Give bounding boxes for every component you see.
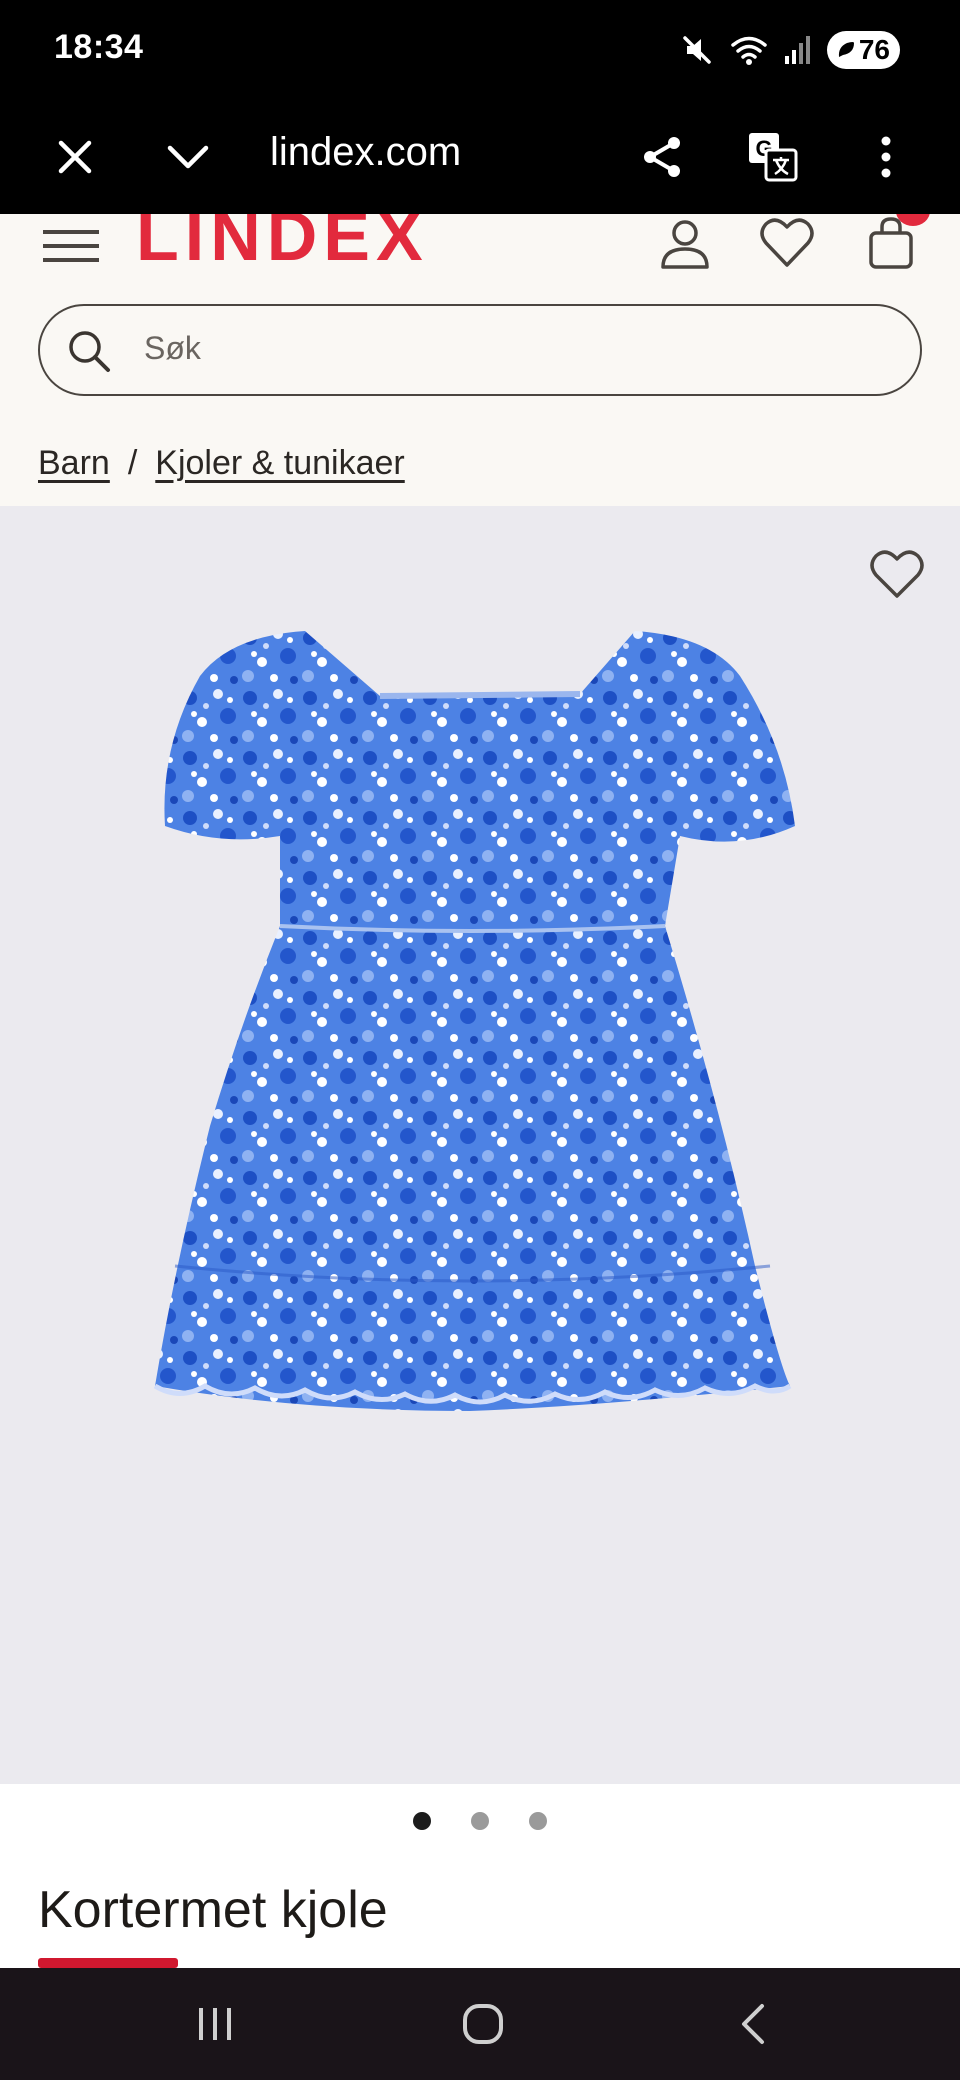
account-icon [661,220,709,269]
carousel-dot-3[interactable] [529,1812,547,1830]
wishlist-icon [760,218,814,267]
minimize-button[interactable] [153,122,223,192]
home-button[interactable] [448,1994,518,2054]
breadcrumb-item-barn[interactable]: Barn [38,444,110,483]
product-image[interactable] [0,506,960,1784]
share-button[interactable] [627,122,697,192]
close-icon [58,140,92,174]
search-input[interactable]: Søk [38,304,922,396]
status-icons: 76 [679,28,900,72]
product-title: Kortermet kjole [38,1881,388,1939]
account-button[interactable] [652,214,718,276]
lindex-logo[interactable]: LINDEX [136,214,429,276]
battery-level: 76 [858,34,890,65]
price-partially-visible [38,1958,178,1968]
url-text[interactable]: lindex.com [270,130,461,175]
search-icon [66,328,112,374]
more-icon [881,136,891,178]
menu-icon [43,230,99,262]
status-bar: 18:34 76 [0,0,960,100]
search-placeholder: Søk [144,330,201,366]
translate-icon: G [749,133,798,182]
favorite-button[interactable] [864,542,930,608]
carousel-dot-1[interactable] [413,1812,431,1830]
dress-image [153,631,795,1411]
wifi-icon [731,36,767,65]
cart-button[interactable] [858,214,930,276]
charging-icon [838,42,854,57]
mute-icon [683,36,711,64]
recent-apps-button[interactable] [180,1994,250,2054]
back-icon [742,2004,764,2044]
status-time: 18:34 [54,28,144,66]
home-icon [463,2004,503,2044]
chevron-down-icon [167,145,209,169]
breadcrumb-separator: / [127,444,138,482]
image-carousel-dots [0,1812,960,1832]
translate-button[interactable]: G [738,122,808,192]
carousel-dot-2[interactable] [471,1812,489,1830]
breadcrumb-item-kjoler[interactable]: Kjoler & tunikaer [155,444,404,483]
wishlist-button[interactable] [754,214,820,276]
heart-icon [870,550,924,598]
back-button[interactable] [718,1994,788,2054]
site-header: LINDEX Søk Barn / Kjoler & tunikaer [0,214,960,506]
share-icon [644,137,680,177]
signal-icon [784,36,810,64]
recent-apps-icon [199,2008,231,2040]
more-menu-button[interactable] [851,122,921,192]
close-tab-button[interactable] [40,122,110,192]
breadcrumb: Barn / Kjoler & tunikaer [38,444,405,483]
browser-toolbar: lindex.com G [0,100,960,214]
menu-button[interactable] [38,214,104,276]
system-nav-bar [0,1968,960,2080]
battery-icon: 76 [826,31,900,69]
